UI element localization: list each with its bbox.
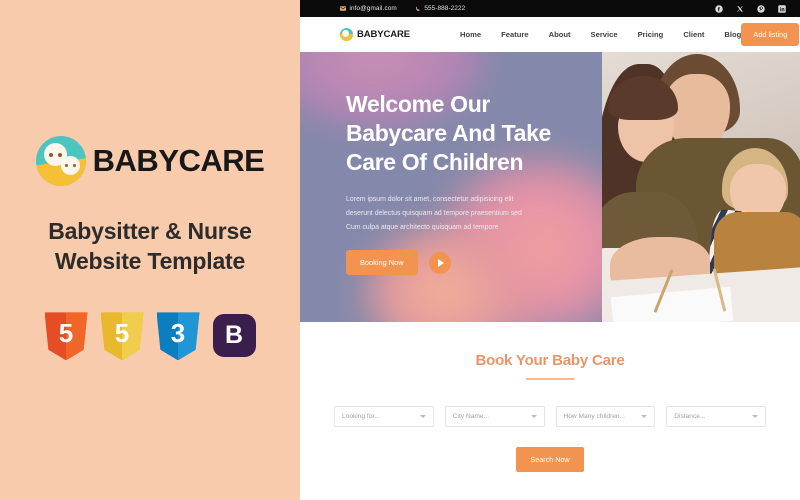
play-icon: [437, 258, 444, 267]
booking-title: Book Your Baby Care: [475, 352, 625, 369]
looking-for-placeholder: Looking for...: [342, 412, 380, 420]
top-contact-bar: info@gmail.com 555-888-2222: [300, 0, 800, 17]
city-name-placeholder: City Name...: [452, 412, 490, 420]
nav-brand-label: BABYCARE: [357, 29, 411, 40]
hero-title-line-2: Babycare And Take: [346, 119, 551, 146]
hero-actions: Booking Now: [346, 250, 800, 276]
hero-title-line-3: Care Of Children: [346, 148, 524, 175]
promo-title: Babysitter & Nurse Website Template: [48, 216, 252, 277]
city-name-select[interactable]: City Name...: [444, 405, 545, 427]
html5-badge-letter: 5: [58, 318, 74, 349]
promo-logo: BABYCARE: [35, 135, 265, 186]
booking-now-button[interactable]: Booking Now: [346, 250, 418, 276]
add-listing-button[interactable]: Add listing: [741, 23, 800, 46]
phone-text: 555-888-2222: [424, 5, 466, 12]
envelope-icon: [340, 6, 346, 11]
bootstrap-badge-letter: B: [224, 321, 244, 350]
email-contact[interactable]: info@gmail.com: [340, 5, 397, 12]
email-text: info@gmail.com: [349, 5, 397, 12]
children-count-select[interactable]: How Many children...: [555, 405, 656, 427]
website-preview: info@gmail.com 555-888-2222 BABYCARE Hom…: [300, 0, 800, 500]
hero-content: Welcome Our Babycare And Take Care Of Ch…: [300, 52, 800, 276]
phone-icon: [415, 6, 421, 12]
nav-item-service[interactable]: Service: [591, 30, 618, 39]
hero-title: Welcome Our Babycare And Take Care Of Ch…: [346, 90, 800, 177]
css3-badge-letter: 3: [170, 318, 186, 349]
nav-item-home[interactable]: Home: [460, 30, 481, 39]
search-button-wrap: Search Now: [334, 446, 766, 472]
bootstrap-badge: B: [212, 314, 256, 358]
search-now-button[interactable]: Search Now: [516, 446, 584, 472]
pinterest-icon[interactable]: [757, 4, 765, 13]
chevron-down-icon: [419, 415, 426, 419]
screenshot-stage: BABYCARE Babysitter & Nurse Website Temp…: [0, 0, 800, 500]
promo-title-line-1: Babysitter & Nurse: [48, 217, 252, 244]
chevron-down-icon: [530, 415, 537, 419]
phone-contact[interactable]: 555-888-2222: [415, 5, 466, 12]
tech-badges: 5 5 3 B: [44, 312, 256, 361]
promo-title-line-2: Website Template: [54, 248, 246, 274]
nav-links: Home Feature About Service Pricing Clien…: [460, 30, 741, 39]
css3-badge: 3: [156, 312, 200, 361]
nav-item-blog[interactable]: Blog: [724, 30, 741, 39]
play-video-button[interactable]: [428, 251, 451, 274]
js-badge: 5: [100, 312, 144, 361]
looking-for-select[interactable]: Looking for...: [334, 405, 434, 427]
x-twitter-icon[interactable]: [736, 5, 744, 13]
distance-select[interactable]: Distance...: [666, 405, 766, 427]
babycare-logo-icon: [340, 28, 353, 41]
linkedin-icon[interactable]: [778, 4, 786, 13]
hero-section: Welcome Our Babycare And Take Care Of Ch…: [300, 52, 800, 322]
hero-desc-line-2: deserunt delectus quisquam ad tempore pr…: [346, 209, 522, 217]
booking-form: Looking for... City Name... How Many chi…: [334, 405, 766, 427]
nav-item-about[interactable]: About: [549, 30, 571, 39]
baby-face-shape: [342, 30, 349, 37]
js-badge-letter: 5: [114, 318, 130, 349]
hero-description: Lorem ipsum dolor sit amet, consectetur …: [346, 193, 800, 234]
hero-title-line-1: Welcome Our: [346, 91, 490, 117]
social-links: [715, 4, 786, 13]
booking-section: Book Your Baby Care Looking for... City …: [300, 322, 800, 472]
facebook-icon[interactable]: [715, 4, 723, 13]
nav-brand[interactable]: BABYCARE: [340, 28, 410, 41]
distance-placeholder: Distance...: [674, 412, 706, 420]
promo-brand-name: BABYCARE: [92, 142, 265, 178]
html5-badge: 5: [44, 312, 88, 361]
hero-desc-line-3: Cum culpa atque architecto quisquam ad t…: [346, 223, 499, 231]
babycare-logo-icon: [35, 135, 86, 186]
nav-item-feature[interactable]: Feature: [501, 30, 528, 39]
title-underline: [526, 378, 574, 380]
main-navbar: BABYCARE Home Feature About Service Pric…: [300, 17, 800, 52]
chevron-down-icon: [752, 415, 758, 419]
promo-panel: BABYCARE Babysitter & Nurse Website Temp…: [0, 0, 300, 500]
chevron-down-icon: [641, 415, 648, 419]
children-count-placeholder: How Many children...: [563, 412, 626, 420]
nav-item-pricing[interactable]: Pricing: [638, 30, 664, 39]
nav-item-client[interactable]: Client: [683, 30, 704, 39]
hero-desc-line-1: Lorem ipsum dolor sit amet, consectetur …: [346, 195, 514, 203]
baby-face-shape: [60, 155, 80, 175]
